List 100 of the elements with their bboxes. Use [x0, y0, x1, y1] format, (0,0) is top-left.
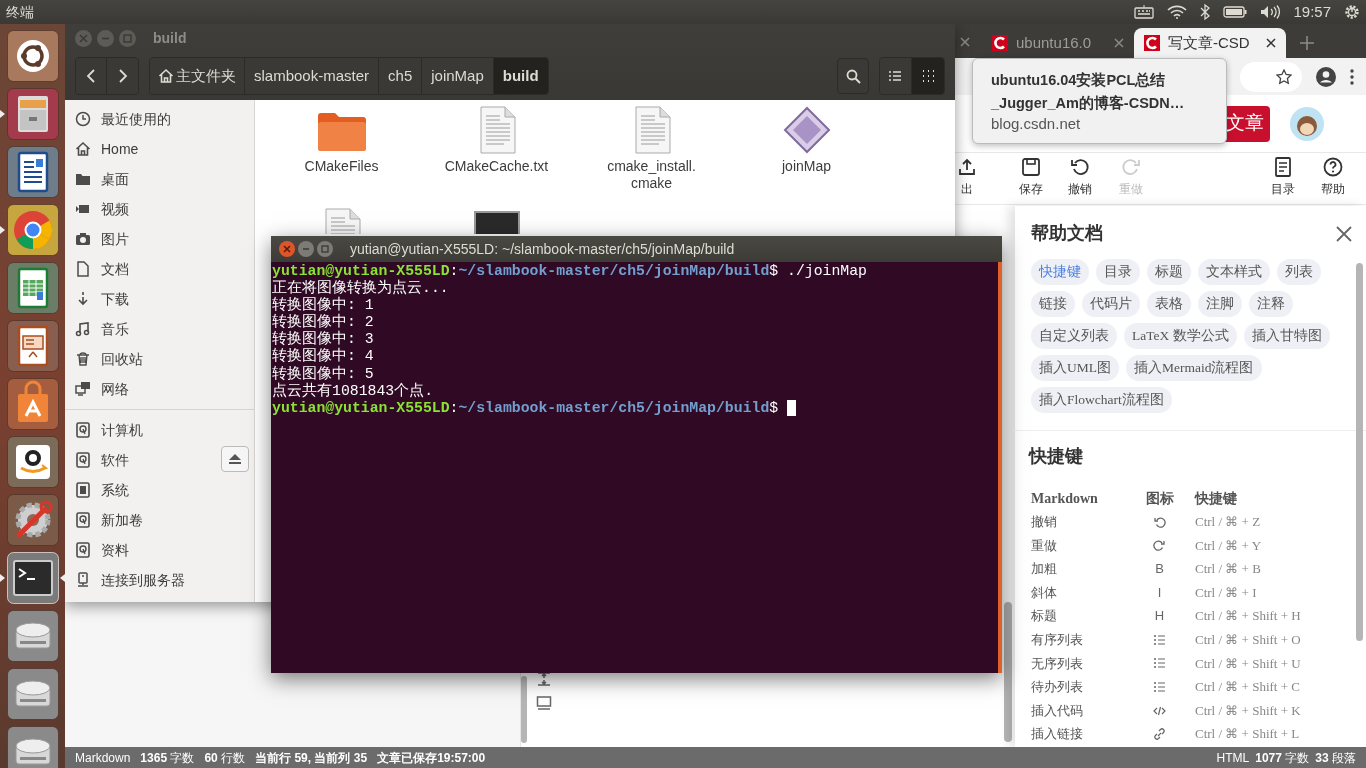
sidebar-item[interactable]: 连接到服务器	[65, 565, 254, 595]
help-tag[interactable]: 表格	[1147, 291, 1191, 317]
terminal-output: 转换图像中: 4	[272, 348, 375, 365]
shortcut-text: Ctrl / ⌘ + Shift + O	[1195, 631, 1301, 649]
shortcut-text: Ctrl / ⌘ + Shift + K	[1195, 701, 1301, 720]
sidebar-item[interactable]: 图片	[65, 224, 254, 254]
shortcut-text: Ctrl / ⌘ + Shift + U	[1195, 654, 1301, 673]
status-text: 1365 字数	[140, 749, 195, 767]
tooltip-url: blog.csdn.net	[991, 115, 1082, 132]
status-text: HTML	[1216, 749, 1250, 767]
tooltip-title: ubuntu16.04安装PCL总结	[991, 71, 1167, 90]
sidebar-item[interactable]: 网络	[65, 374, 254, 404]
file-name[interactable]: joinMap	[782, 158, 831, 175]
table-cell-text: 待办列表	[1031, 678, 1084, 697]
shortcut-text: Ctrl / ⌘ + Shift + C	[1195, 678, 1300, 697]
help-tag[interactable]: 注脚	[1198, 291, 1242, 317]
format-glyph: B	[1155, 560, 1164, 579]
sidebar-item[interactable]: 新加卷	[65, 505, 254, 535]
terminal-output: 点云共有1081843个点.	[272, 382, 435, 400]
help-tag[interactable]: 插入Mermaid流程图	[1126, 355, 1262, 381]
terminal-output: 转换图像中: 5	[272, 365, 375, 382]
toolbar-button[interactable]: 目录	[1271, 157, 1295, 198]
help-tag[interactable]: 列表	[1277, 259, 1321, 285]
file-name[interactable]: cmake_install.cmake	[604, 158, 699, 192]
toolbar-button[interactable]: 保存	[1019, 157, 1043, 198]
sidebar-item[interactable]: 音乐	[65, 314, 254, 344]
sidebar-item[interactable]: 文档	[65, 254, 254, 284]
sidebar-item[interactable]: 回收站	[65, 344, 254, 374]
status-text: 1077 字数	[1255, 749, 1310, 767]
tab-title: ubuntu16.0	[1016, 32, 1093, 53]
browser-tab[interactable]: ubuntu16.0	[982, 28, 1134, 58]
tooltip-title: _Jugger_Am的博客-CSDN…	[991, 94, 1186, 113]
shortcut-text: Ctrl / ⌘ + Z	[1195, 513, 1261, 532]
help-tag[interactable]: 插入UML图	[1031, 355, 1119, 381]
sidebar-item[interactable]: 系统	[65, 475, 254, 505]
table-cell-text: 插入代码	[1031, 701, 1084, 720]
help-tag[interactable]: 文本样式	[1198, 259, 1270, 285]
toolbar-button[interactable]: 撤销	[1068, 157, 1092, 198]
sidebar-item[interactable]: 视频	[65, 194, 254, 224]
tab-title: 写文章-CSD	[1168, 32, 1251, 53]
browser-tab[interactable]: 写文章-CSD	[1134, 28, 1286, 58]
section-title: 快捷键	[1029, 445, 1084, 468]
toolbar-button[interactable]: 帮助	[1321, 157, 1345, 198]
status-text: 文章已保存19:57:00	[377, 749, 486, 767]
status-text: 60 行数	[204, 749, 246, 767]
clock[interactable]: 19:57	[1293, 0, 1331, 24]
column-header: 图标	[1144, 488, 1175, 508]
format-glyph: I	[1157, 583, 1162, 602]
table-cell-text: 加粗	[1031, 560, 1058, 579]
window-title: build	[153, 28, 187, 48]
sidebar-item[interactable]: 计算机	[65, 415, 254, 445]
shortcut-text: Ctrl / ⌘ + Shift + H	[1195, 607, 1301, 626]
breadcrumb[interactable]: build	[493, 58, 548, 94]
column-header: 快捷键	[1195, 488, 1237, 508]
help-tag[interactable]: 快捷键	[1031, 259, 1089, 285]
toolbar-button[interactable]: 出	[957, 157, 977, 198]
table-cell-text: 撤销	[1031, 513, 1058, 532]
sidebar-item[interactable]: 软件	[65, 445, 254, 475]
shortcut-text: Ctrl / ⌘ + Shift + L	[1195, 725, 1300, 744]
column-header: Markdown	[1031, 489, 1099, 508]
table-cell-text: 斜体	[1031, 583, 1058, 602]
panel-title: 帮助文档	[1031, 222, 1103, 245]
sidebar-item[interactable]: 桌面	[65, 164, 254, 194]
terminal-output: 转换图像中: 3	[272, 331, 375, 348]
shortcut-text: Ctrl / ⌘ + Y	[1195, 536, 1262, 555]
table-cell-text: 插入链接	[1031, 725, 1084, 744]
window-title: yutian@yutian-X555LD: ~/slambook-master/ch5/joinMap/build	[350, 239, 735, 259]
app-title: 终端	[6, 2, 34, 22]
publish-button[interactable]: 文章	[1225, 105, 1270, 142]
help-tag[interactable]: 标题	[1147, 259, 1191, 285]
help-tag[interactable]: LaTeX 数学公式	[1124, 323, 1237, 349]
help-tag[interactable]: 目录	[1096, 259, 1140, 285]
table-cell-text: 无序列表	[1031, 654, 1084, 673]
help-tag[interactable]: 自定义列表	[1031, 323, 1117, 349]
status-text: 33 段落	[1315, 749, 1356, 767]
terminal-output: 转换图像中: 1	[272, 297, 375, 314]
terminal-output: 转换图像中: 2	[272, 314, 375, 331]
sidebar-item[interactable]: 资料	[65, 535, 254, 565]
breadcrumb[interactable]: 主文件夹	[150, 58, 245, 94]
terminal-output: 正在将图像转换为点云...	[272, 280, 450, 297]
help-tag[interactable]: 插入甘特图	[1243, 323, 1330, 349]
table-cell-text: 标题	[1031, 607, 1058, 626]
shortcut-text: Ctrl / ⌘ + B	[1195, 560, 1261, 579]
help-tag[interactable]: 插入Flowchart流程图	[1031, 387, 1172, 413]
file-name[interactable]: CMakeCache.txt	[444, 158, 549, 175]
status-text: Markdown	[75, 749, 131, 767]
terminal-prompt: yutian@yutian-X555LD:~/slambook-master/ch5/joinMap/build$	[272, 399, 779, 417]
sidebar-item[interactable]: Home	[65, 134, 254, 164]
file-name[interactable]: CMakeFiles	[304, 158, 379, 175]
help-tag[interactable]: 链接	[1031, 291, 1075, 317]
table-cell-text: 有序列表	[1031, 631, 1084, 649]
sidebar-item[interactable]: 最近使用的	[65, 104, 254, 134]
help-tag[interactable]: 注释	[1249, 291, 1293, 317]
help-tag[interactable]: 代码片	[1082, 291, 1140, 317]
shortcut-text: Ctrl / ⌘ + I	[1195, 583, 1257, 602]
table-cell-text: 重做	[1031, 536, 1058, 555]
sidebar-item[interactable]: 下载	[65, 284, 254, 314]
status-text: 当前行 59, 当前列 35	[255, 749, 368, 767]
terminal-prompt: yutian@yutian-X555LD:~/slambook-master/ch5/joinMap/build$ ./joinMap	[272, 263, 867, 280]
format-glyph: H	[1154, 607, 1165, 626]
